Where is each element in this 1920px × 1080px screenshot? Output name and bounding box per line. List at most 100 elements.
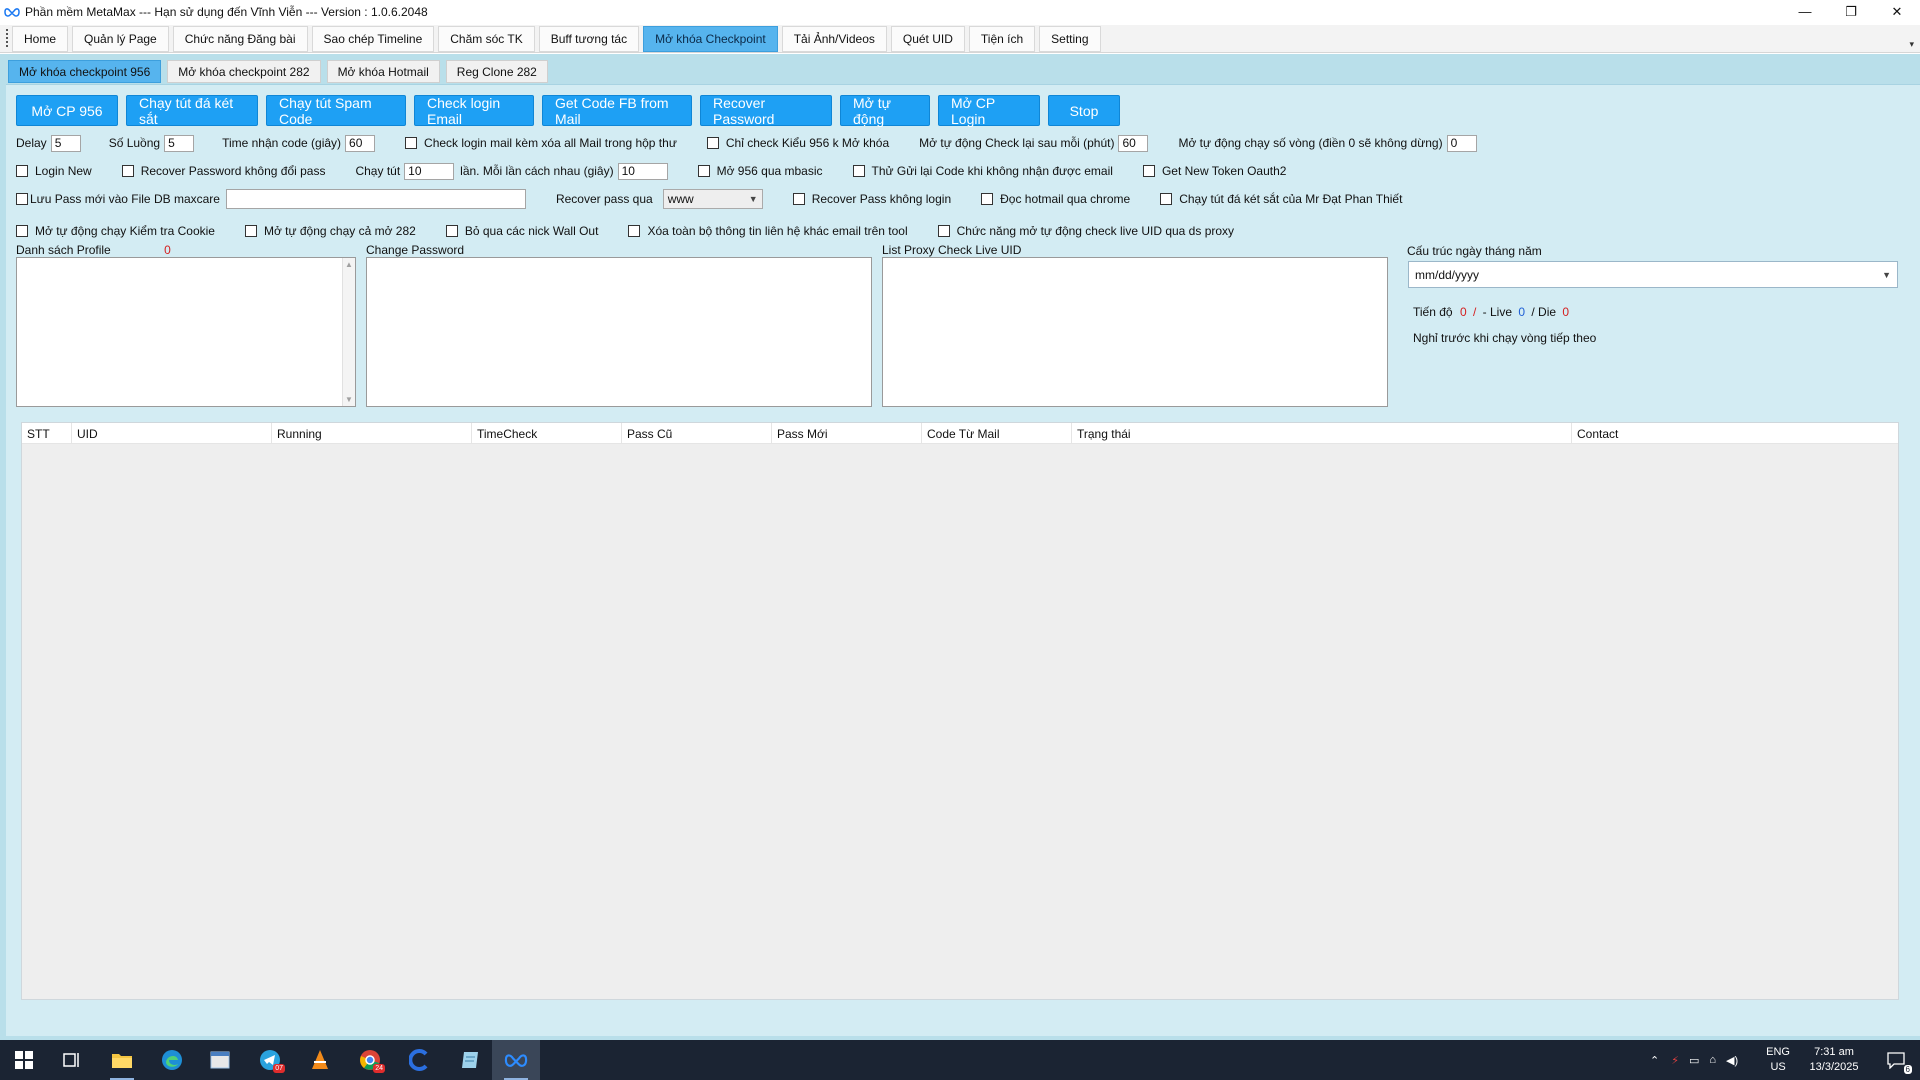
auto-rounds-input[interactable]: 0 [1446, 134, 1477, 152]
run-tut-mr-dat-checkbox[interactable]: Chạy tút đá két sắt của Mr Đạt Phan Thiế… [1160, 192, 1402, 206]
auto-recheck-input[interactable]: 60 [1118, 134, 1149, 152]
language-indicator[interactable]: ENG US [1766, 1045, 1790, 1075]
delay-input[interactable]: 5 [50, 134, 81, 152]
run-tut-input[interactable]: 10 [404, 162, 455, 180]
checkbox-box [16, 225, 28, 237]
column-timecheck[interactable]: TimeCheck [472, 423, 622, 444]
get-code-from-mail-button[interactable]: Get Code FB from Mail [542, 95, 692, 127]
check-login-email-button[interactable]: Check login Email [414, 95, 534, 127]
read-hotmail-chrome-checkbox[interactable]: Đọc hotmail qua chrome [981, 192, 1130, 206]
telegram-button[interactable]: 07 [246, 1040, 294, 1080]
open-956-mbasic-checkbox[interactable]: Mở 956 qua mbasic [697, 164, 823, 178]
task-view-icon [63, 1053, 79, 1067]
tab-page-management[interactable]: Quản lý Page [72, 26, 169, 52]
tab-buff-interaction[interactable]: Buff tương tác [538, 26, 640, 52]
checkbox-box [16, 165, 28, 177]
checkbox-label: Login New [35, 164, 92, 178]
coccoc-button[interactable] [396, 1040, 444, 1080]
subtab-checkpoint-282[interactable]: Mở khóa checkpoint 282 [167, 60, 321, 83]
notes-button[interactable] [446, 1040, 494, 1080]
progress-separator: / [1472, 305, 1477, 319]
scroll-down-icon[interactable]: ▼ [345, 395, 353, 404]
column-mail-code[interactable]: Code Từ Mail [922, 423, 1072, 444]
new-token-checkbox[interactable]: Get New Token Oauth2 [1142, 164, 1286, 178]
checkbox-box [445, 225, 458, 237]
run-safe-kick-button[interactable]: Chạy tút đá két sắt [126, 95, 258, 127]
tab-scan-uid[interactable]: Quét UID [890, 26, 965, 52]
stop-button[interactable]: Stop [1048, 95, 1120, 126]
check-login-mail-delete-checkbox[interactable]: Check login mail kèm xóa all Mail trong … [405, 136, 677, 150]
proxy-list-textbox[interactable] [882, 257, 1388, 407]
tab-posting[interactable]: Chức năng Đăng bài [172, 26, 308, 52]
column-contact[interactable]: Contact [1572, 423, 1898, 444]
network-tray-icon[interactable]: ▭ [1689, 1054, 1699, 1067]
wifi-tray-icon[interactable]: ⌂ [1709, 1054, 1716, 1066]
column-stt[interactable]: STT [22, 423, 72, 444]
clock[interactable]: 7:31 am 13/3/2025 [1804, 1045, 1864, 1075]
volume-icon[interactable]: ◀) [1726, 1054, 1738, 1067]
start-button[interactable] [0, 1040, 48, 1080]
save-pass-path-input[interactable] [225, 189, 526, 209]
metamax-button[interactable] [492, 1040, 540, 1080]
tab-setting[interactable]: Setting [1039, 26, 1101, 52]
open-cp-login-button[interactable]: Mở CP Login [938, 95, 1040, 127]
threads-input[interactable]: 5 [164, 134, 195, 152]
auto-check-live-proxy-checkbox[interactable]: Chức năng mở tự động check live UID qua … [937, 224, 1234, 238]
tab-copy-timeline[interactable]: Sao chép Timeline [311, 26, 435, 52]
open-cp-956-button[interactable]: Mở CP 956 [16, 95, 118, 126]
change-password-textbox[interactable] [366, 257, 872, 407]
delete-contacts-checkbox[interactable]: Xóa toàn bộ thông tin liên hệ khác email… [628, 224, 908, 238]
subtab-reg-clone-282[interactable]: Reg Clone 282 [445, 60, 548, 83]
column-running[interactable]: Running [272, 423, 472, 444]
tab-utilities[interactable]: Tiện ích [968, 26, 1036, 52]
file-explorer-button[interactable] [98, 1040, 146, 1080]
title-bar: Phần mềm MetaMax --- Hạn sử dụng đến Vĩn… [0, 0, 1920, 23]
profiles-textbox[interactable]: ▲ ▼ [16, 257, 356, 407]
tab-unlock-checkpoint[interactable]: Mở khóa Checkpoint [643, 26, 778, 52]
auto-run-282-checkbox[interactable]: Mở tự động chạy cả mở 282 [244, 224, 416, 238]
interval-input[interactable]: 10 [617, 162, 668, 180]
notification-center-button[interactable]: 6 [1872, 1040, 1920, 1080]
telegram-badge: 07 [273, 1064, 285, 1073]
show-hidden-icons-icon[interactable]: ⌃ [1650, 1054, 1659, 1067]
run-spam-code-button[interactable]: Chạy tút Spam Code [266, 95, 406, 127]
vlc-button[interactable] [296, 1040, 344, 1080]
maximize-button[interactable]: ❐ [1828, 0, 1874, 23]
check-type-956-checkbox[interactable]: Chỉ check Kiểu 956 k Mở khóa [706, 136, 889, 150]
task-view-button[interactable] [48, 1040, 96, 1080]
column-uid[interactable]: UID [72, 423, 272, 444]
skip-wall-out-checkbox[interactable]: Bỏ qua các nick Wall Out [445, 224, 598, 238]
profiles-scrollbar[interactable]: ▲ ▼ [342, 258, 355, 406]
tab-account-care[interactable]: Chăm sóc TK [438, 26, 535, 52]
recover-no-change-checkbox[interactable]: Recover Password không đổi pass [121, 164, 325, 178]
subtab-hotmail[interactable]: Mở khóa Hotmail [326, 60, 440, 83]
auto-check-cookie-checkbox[interactable]: Mở tự động chạy Kiểm tra Cookie [16, 224, 215, 238]
resend-code-checkbox[interactable]: Thử Gửi lại Code khi không nhận được ema… [852, 164, 1113, 178]
results-grid[interactable]: STT UID Running TimeCheck Pass Cũ Pass M… [21, 422, 1899, 1000]
close-button[interactable]: ✕ [1874, 0, 1920, 23]
column-new-pass[interactable]: Pass Mới [772, 423, 922, 444]
tab-home[interactable]: Home [12, 26, 69, 52]
login-new-checkbox[interactable]: Login New [16, 164, 92, 178]
tab-download-media[interactable]: Tải Ảnh/Videos [781, 26, 887, 52]
scroll-up-icon[interactable]: ▲ [345, 260, 353, 269]
overflow-arrow-icon[interactable]: ▾ [1909, 39, 1914, 50]
subtab-checkpoint-956[interactable]: Mở khóa checkpoint 956 [8, 60, 162, 83]
meta-logo-icon [504, 1054, 528, 1067]
code-time-input[interactable]: 60 [345, 134, 376, 152]
date-format-select[interactable]: mm/dd/yyyy ▼ [1408, 261, 1898, 288]
antivirus-tray-icon[interactable]: ⚡ [1671, 1054, 1679, 1067]
save-pass-checkbox[interactable]: Lưu Pass mới vào File DB maxcare [16, 192, 220, 206]
auto-open-button[interactable]: Mở tự động [840, 95, 930, 127]
column-old-pass[interactable]: Pass Cũ [622, 423, 772, 444]
options-row-4: Mở tự động chạy Kiểm tra Cookie Mở tự độ… [16, 221, 1234, 241]
app-window-button[interactable] [196, 1040, 244, 1080]
recover-no-login-checkbox[interactable]: Recover Pass không login [792, 192, 951, 206]
recover-password-button[interactable]: Recover Password [700, 95, 832, 127]
chrome-button[interactable]: 24 [346, 1040, 394, 1080]
vlc-icon [312, 1050, 328, 1069]
edge-button[interactable] [148, 1040, 196, 1080]
recover-via-select[interactable]: www ▼ [662, 189, 763, 209]
minimize-button[interactable]: — [1782, 0, 1828, 23]
column-status[interactable]: Trạng thái [1072, 423, 1572, 444]
